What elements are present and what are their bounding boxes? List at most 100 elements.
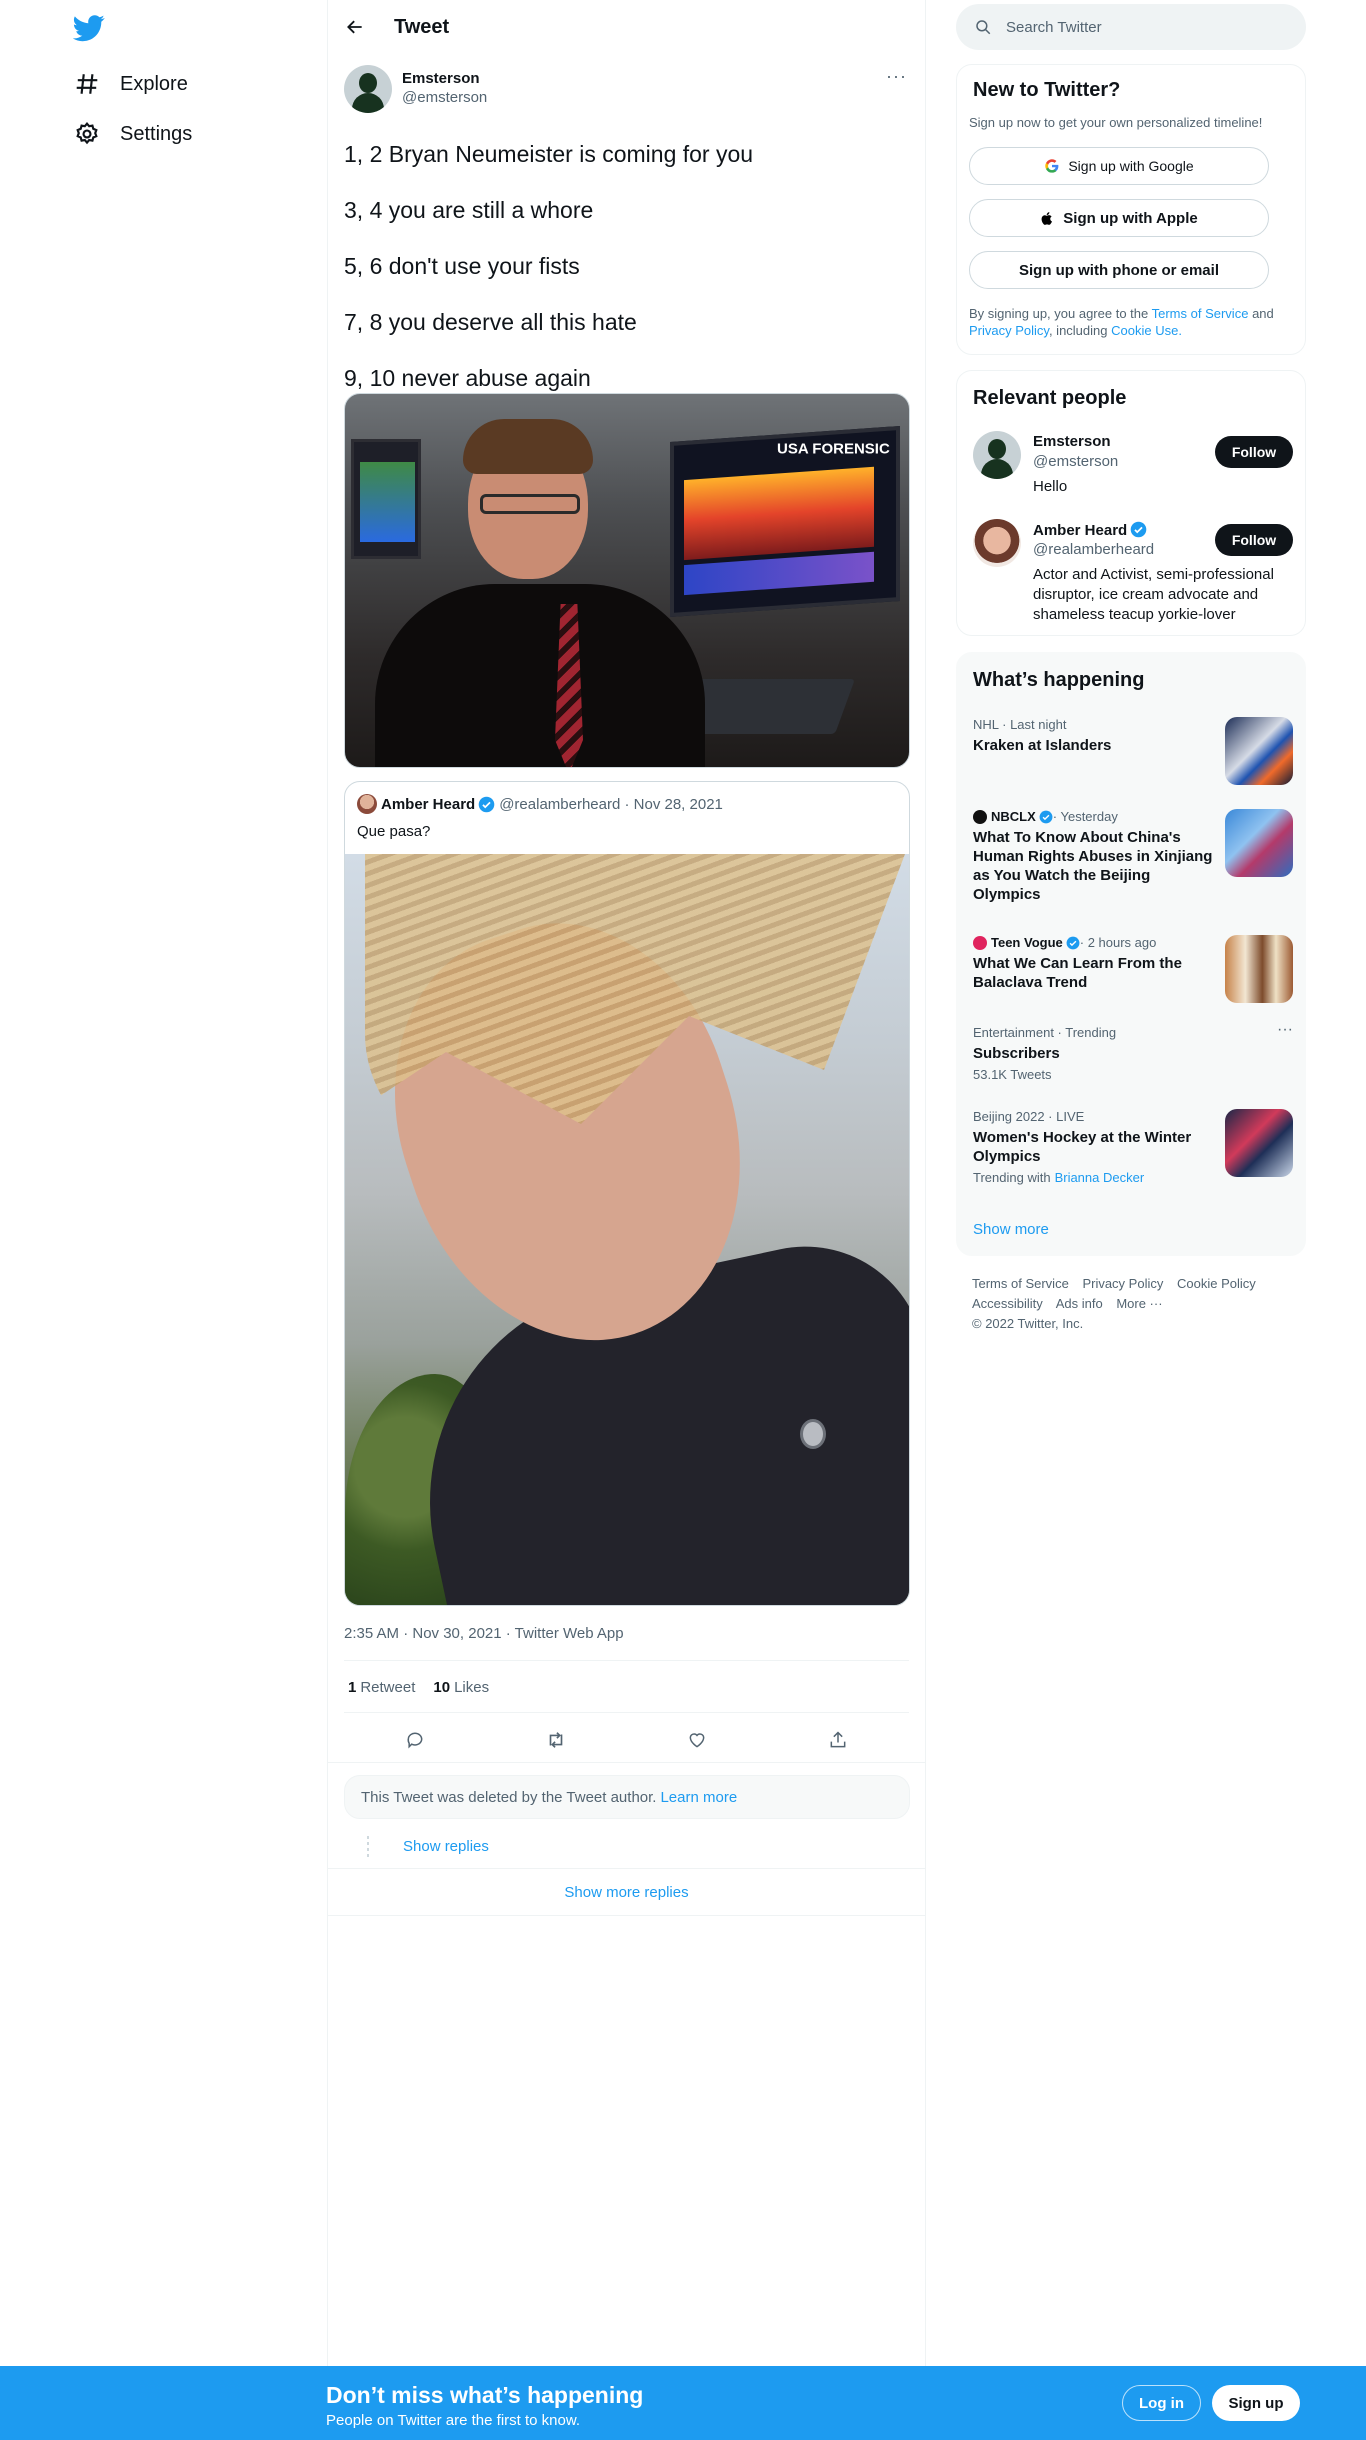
more-options-icon[interactable]: ··· — [886, 66, 907, 87]
trend-item[interactable]: Teen Vogue · 2 hours ago What We Can Lea… — [973, 935, 1293, 1005]
tweet-line: 7, 8 you deserve all this hate — [344, 309, 637, 335]
trend-item[interactable]: NHL · Last night Kraken at Islanders — [973, 717, 1293, 787]
more-options-icon[interactable]: ··· — [1277, 1021, 1293, 1039]
learn-more-link[interactable]: Learn more — [660, 1789, 737, 1806]
terms-link[interactable]: Terms of Service — [1152, 306, 1249, 321]
verified-badge-icon — [478, 796, 495, 812]
login-button[interactable]: Log in — [1122, 2385, 1201, 2421]
avatar[interactable] — [973, 519, 1021, 567]
footer-link[interactable]: More ··· — [1116, 1296, 1162, 1311]
gear-icon — [72, 119, 102, 149]
footer-link[interactable]: Privacy Policy — [1082, 1276, 1163, 1291]
trend-thumbnail — [1225, 717, 1293, 785]
signup-title: New to Twitter? — [973, 79, 1121, 101]
person-emsterson[interactable]: Emsterson @emsterson Hello Follow — [973, 431, 1293, 501]
nbclx-icon — [973, 809, 987, 824]
nav-settings-label: Settings — [120, 122, 193, 145]
avatar[interactable] — [344, 65, 392, 113]
page-title: Tweet — [394, 15, 450, 38]
trend-title: Subscribers — [973, 1045, 1060, 1062]
trend-item[interactable]: Entertainment · Trending Subscribers 53.… — [973, 1021, 1293, 1085]
person-handle[interactable]: @emsterson — [1033, 453, 1118, 470]
twitter-logo-icon[interactable] — [73, 12, 105, 44]
person-name[interactable]: Amber Heard — [1033, 521, 1147, 539]
trend-source: Teen Vogue — [991, 935, 1063, 950]
trend-thumbnail — [1225, 935, 1293, 1003]
signup-google-button[interactable]: Sign up with Google — [969, 147, 1269, 185]
signup-button[interactable]: Sign up — [1212, 2385, 1300, 2421]
person-amber-heard[interactable]: Amber Heard @realamberheard Actor and Ac… — [973, 519, 1293, 629]
signup-apple-button[interactable]: Sign up with Apple — [969, 199, 1269, 237]
signup-card: New to Twitter? Sign up now to get your … — [956, 64, 1306, 355]
footer-link[interactable]: Accessibility — [972, 1296, 1043, 1311]
signup-phone-button[interactable]: Sign up with phone or email — [969, 251, 1269, 289]
legal-text: and — [1252, 306, 1274, 321]
like-icon[interactable] — [680, 1723, 714, 1757]
verified-badge-icon — [1130, 521, 1147, 538]
reply-icon[interactable] — [398, 1723, 432, 1757]
trend-item[interactable]: Beijing 2022 · LIVE Women's Hockey at th… — [973, 1109, 1293, 1189]
quote-text: Que pasa? — [357, 823, 431, 840]
copyright: © 2022 Twitter, Inc. — [972, 1316, 1084, 1331]
verified-badge-icon — [1039, 810, 1053, 823]
person-handle[interactable]: @realamberheard — [1033, 541, 1154, 558]
teen-vogue-icon — [973, 935, 987, 950]
verified-badge-icon — [1066, 936, 1080, 949]
tweet-author[interactable]: Emsterson @emsterson — [344, 65, 487, 113]
tweet-stats: 1 Retweet 10 Likes — [348, 1679, 507, 1696]
divider — [344, 1712, 909, 1713]
google-icon — [1045, 159, 1059, 173]
relevant-people-card: Relevant people Emsterson @emsterson Hel… — [956, 370, 1306, 636]
show-more-replies-link[interactable]: Show more replies — [328, 1868, 925, 1916]
legal-text: By signing up, you agree to the — [969, 306, 1149, 321]
show-more-link[interactable]: Show more — [973, 1221, 1049, 1238]
trend-title: What To Know About China's Human Rights … — [973, 829, 1213, 903]
trend-item[interactable]: NBCLX · Yesterday What To Know About Chi… — [973, 809, 1293, 909]
show-replies-link[interactable]: Show replies — [403, 1838, 489, 1855]
cookie-link[interactable]: Cookie Use. — [1111, 323, 1182, 338]
likes-label: Likes — [454, 1679, 490, 1696]
trend-related-label: Trending with — [973, 1170, 1051, 1185]
tweet-text: 1, 2 Bryan Neumeister is coming for you … — [344, 126, 914, 406]
nav-explore[interactable]: Explore — [72, 66, 188, 102]
likes-count: 10 — [433, 1679, 451, 1696]
share-icon[interactable] — [821, 1723, 855, 1757]
trend-time: · Yesterday — [1052, 809, 1118, 824]
nav-settings[interactable]: Settings — [72, 116, 192, 152]
tweet-photo[interactable]: USA FORENSIC — [344, 393, 910, 768]
footer-link[interactable]: Terms of Service — [972, 1276, 1069, 1291]
quote-photo[interactable] — [345, 854, 909, 1605]
follow-button[interactable]: Follow — [1215, 524, 1293, 556]
trend-thumbnail — [1225, 809, 1293, 877]
retweets-count: 1 — [348, 1679, 357, 1696]
follow-button[interactable]: Follow — [1215, 436, 1293, 468]
back-arrow-icon[interactable] — [338, 10, 372, 44]
search-box[interactable]: Search Twitter — [956, 4, 1306, 50]
footer-links: Terms of Service Privacy Policy Cookie P… — [972, 1274, 1292, 1334]
avatar[interactable] — [973, 431, 1021, 479]
author-name[interactable]: Emsterson — [402, 70, 487, 88]
footer-link[interactable]: Ads info — [1056, 1296, 1103, 1311]
footer-link[interactable]: Cookie Policy — [1177, 1276, 1256, 1291]
thread-line — [367, 1836, 369, 1858]
trend-count: 53.1K Tweets — [973, 1067, 1052, 1082]
tweet-line: 3, 4 you are still a whore — [344, 197, 594, 223]
search-input[interactable]: Search Twitter — [1006, 19, 1102, 36]
whats-happening-title: What’s happening — [973, 669, 1145, 691]
nav-explore-label: Explore — [120, 72, 188, 95]
signup-legal: By signing up, you agree to the Terms of… — [969, 305, 1289, 339]
quote-author-name: Amber Heard — [381, 795, 476, 813]
trend-related-link[interactable]: Brianna Decker — [1055, 1170, 1145, 1185]
tweet-timestamp[interactable]: 2:35 AM · Nov 30, 2021 · Twitter Web App — [344, 1625, 624, 1642]
photo-sign-text: USA FORENSIC — [777, 440, 890, 458]
person-name[interactable]: Emsterson — [1033, 433, 1111, 450]
retweet-icon[interactable] — [539, 1723, 573, 1757]
quoted-tweet[interactable]: Amber Heard @realamberheard · Nov 28, 20… — [344, 781, 910, 1606]
hashtag-icon — [72, 69, 102, 99]
retweets-stat[interactable]: 1 Retweet — [348, 1679, 415, 1696]
deleted-text: This Tweet was deleted by the Tweet auth… — [361, 1788, 657, 1806]
privacy-link[interactable]: Privacy Policy — [969, 323, 1049, 338]
likes-stat[interactable]: 10 Likes — [433, 1679, 489, 1696]
author-handle[interactable]: @emsterson — [402, 88, 487, 108]
trend-title: Women's Hockey at the Winter Olympics — [973, 1129, 1192, 1165]
